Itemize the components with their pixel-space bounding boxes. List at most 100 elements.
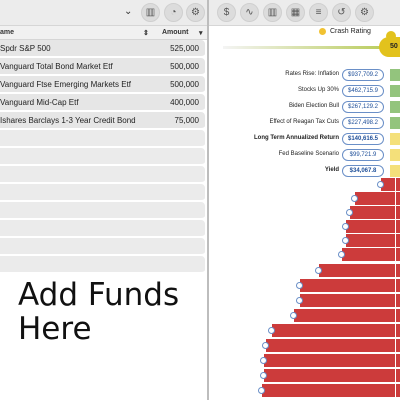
bar-marker-icon bbox=[377, 181, 384, 188]
gain-bar bbox=[390, 117, 400, 129]
bar-marker-icon bbox=[260, 372, 267, 379]
bar-marker-icon bbox=[260, 357, 267, 364]
empty-row[interactable] bbox=[0, 220, 205, 238]
bar-marker-icon bbox=[258, 387, 265, 394]
scenario-row[interactable]: Long Term Annualized Return $140,616.5 bbox=[209, 132, 400, 146]
empty-row[interactable] bbox=[0, 130, 205, 148]
loss-bar[interactable] bbox=[296, 279, 395, 292]
scenario-value-pill[interactable]: $140,616.5 bbox=[342, 133, 384, 145]
gain-bar bbox=[390, 85, 400, 97]
sort-down-icon[interactable]: ▾ bbox=[199, 29, 203, 37]
dollar-icon[interactable]: $ bbox=[217, 3, 236, 22]
sort-icon[interactable]: ⇕ bbox=[143, 29, 149, 37]
chevron-down-icon[interactable]: ⌄ bbox=[124, 6, 132, 17]
app-window: ⌄ ▥ ◔ ⚙ ame ⇕ Amount ▾ Spdr S&P 500 525,… bbox=[0, 0, 400, 400]
fund-amount[interactable]: 75,000 bbox=[175, 116, 199, 125]
empty-row[interactable] bbox=[0, 256, 205, 274]
line-chart-icon[interactable]: ∿ bbox=[240, 3, 259, 22]
bar-marker-icon bbox=[342, 237, 349, 244]
loss-bar[interactable] bbox=[296, 294, 395, 307]
empty-row[interactable] bbox=[0, 184, 205, 202]
scenario-value-pill[interactable]: $227,498.2 bbox=[342, 117, 384, 129]
loss-bar[interactable] bbox=[342, 220, 395, 233]
loss-strip bbox=[396, 354, 400, 367]
fund-amount[interactable]: 400,000 bbox=[170, 98, 199, 107]
scenario-row[interactable]: Yield $34,067.8 bbox=[209, 164, 400, 178]
amount-column-header[interactable]: Amount bbox=[162, 29, 188, 36]
scenario-value-pill[interactable]: $937,709.2 bbox=[342, 69, 384, 81]
settings-icon[interactable]: ⚙ bbox=[355, 3, 374, 22]
empty-row[interactable] bbox=[0, 238, 205, 256]
scenario-value-pill[interactable]: $462,715.9 bbox=[342, 85, 384, 97]
pie-icon[interactable]: ◔ bbox=[164, 3, 183, 22]
fund-name: Vanguard Total Bond Market Etf bbox=[0, 62, 113, 71]
loss-strip bbox=[396, 220, 400, 233]
loss-strip bbox=[396, 339, 400, 352]
scenario-panel: $ ∿ ▥ ▦ ≡ ↺ ⚙ Crash Rating 50 Rates Rise… bbox=[209, 0, 400, 400]
fund-amount[interactable]: 500,000 bbox=[170, 62, 199, 71]
bar-marker-icon bbox=[346, 209, 353, 216]
chart-icon[interactable]: ▥ bbox=[141, 3, 160, 22]
loss-strip bbox=[396, 178, 400, 191]
table-row[interactable]: Vanguard Ftse Emerging Markets Etf 500,0… bbox=[0, 76, 205, 94]
funds-table-header: ame ⇕ Amount ▾ bbox=[0, 26, 207, 40]
gear-icon[interactable]: ⚙ bbox=[186, 3, 205, 22]
neutral-bar bbox=[390, 165, 400, 177]
fund-name: Ishares Barclays 1-3 Year Credit Bond bbox=[0, 116, 136, 125]
empty-row[interactable] bbox=[0, 202, 205, 220]
loss-strip bbox=[396, 234, 400, 247]
loss-bar[interactable] bbox=[262, 339, 395, 352]
table-row[interactable]: Vanguard Total Bond Market Etf 500,000 bbox=[0, 58, 205, 76]
funds-panel: ⌄ ▥ ◔ ⚙ ame ⇕ Amount ▾ Spdr S&P 500 525,… bbox=[0, 0, 207, 400]
fund-name: Spdr S&P 500 bbox=[0, 44, 51, 53]
bar-marker-icon bbox=[262, 342, 269, 349]
loss-strip bbox=[396, 309, 400, 322]
loss-bar[interactable] bbox=[346, 206, 395, 219]
loss-bar[interactable] bbox=[260, 369, 395, 382]
loss-bar[interactable] bbox=[342, 234, 395, 247]
loss-bar[interactable] bbox=[351, 192, 395, 205]
empty-row[interactable] bbox=[0, 148, 205, 166]
bar-marker-icon bbox=[315, 267, 322, 274]
loss-bar[interactable] bbox=[290, 309, 395, 322]
list-icon[interactable]: ≡ bbox=[309, 3, 328, 22]
loss-bar[interactable] bbox=[377, 178, 395, 191]
undo-icon[interactable]: ↺ bbox=[332, 3, 351, 22]
name-column-header[interactable]: ame bbox=[0, 29, 14, 36]
bar-marker-icon bbox=[296, 282, 303, 289]
loss-bar[interactable] bbox=[315, 264, 395, 277]
bar-marker-icon bbox=[338, 251, 345, 258]
loss-bar[interactable] bbox=[258, 384, 395, 397]
fund-amount[interactable]: 525,000 bbox=[170, 44, 199, 53]
scenario-row[interactable]: Effect of Reagan Tax Cuts $227,498.2 bbox=[209, 116, 400, 130]
funds-toolbar: ⌄ ▥ ◔ ⚙ bbox=[0, 0, 207, 26]
crash-rating-slider-track[interactable] bbox=[223, 46, 393, 49]
scenario-value-pill[interactable]: $267,129.2 bbox=[342, 101, 384, 113]
scenario-row[interactable]: Rates Rise: Inflation $937,709.2 bbox=[209, 68, 400, 82]
crash-rating-slider-handle[interactable]: 50 bbox=[379, 37, 400, 57]
table-row[interactable]: Vanguard Mid-Cap Etf 400,000 bbox=[0, 94, 205, 112]
table-row[interactable]: Ishares Barclays 1-3 Year Credit Bond 75… bbox=[0, 112, 205, 130]
grid-icon[interactable]: ▦ bbox=[286, 3, 305, 22]
gain-bar bbox=[390, 101, 400, 113]
fund-amount[interactable]: 500,000 bbox=[170, 80, 199, 89]
loss-bar[interactable] bbox=[260, 354, 395, 367]
neutral-bar bbox=[390, 133, 400, 145]
bar-marker-icon bbox=[268, 327, 275, 334]
loss-bar[interactable] bbox=[338, 248, 395, 261]
loss-strip bbox=[396, 324, 400, 337]
loss-bar[interactable] bbox=[268, 324, 395, 337]
chart-icon[interactable]: ▥ bbox=[263, 3, 282, 22]
loss-strip bbox=[396, 248, 400, 261]
scenario-row[interactable]: Stocks Up 30% $462,715.9 bbox=[209, 84, 400, 98]
scenario-row[interactable]: Biden Election Bull $267,129.2 bbox=[209, 100, 400, 114]
gain-bar bbox=[390, 69, 400, 81]
add-funds-caption: Add Funds Here bbox=[18, 277, 180, 347]
scenario-value-pill[interactable]: $99,721.9 bbox=[342, 149, 384, 161]
loss-strip bbox=[396, 294, 400, 307]
empty-row[interactable] bbox=[0, 166, 205, 184]
scenario-row[interactable]: Fed Baseline Scenario $99,721.9 bbox=[209, 148, 400, 162]
table-row[interactable]: Spdr S&P 500 525,000 bbox=[0, 40, 205, 58]
scenario-value-pill[interactable]: $34,067.8 bbox=[342, 165, 384, 177]
loss-strip bbox=[396, 264, 400, 277]
